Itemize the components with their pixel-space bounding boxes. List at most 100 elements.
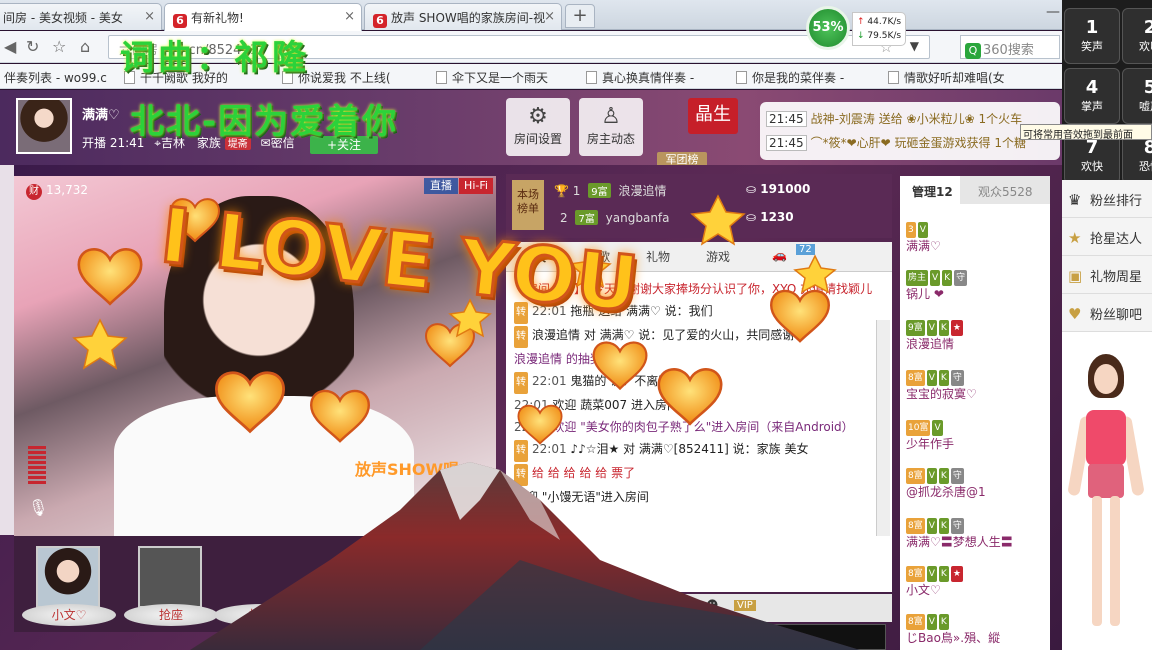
coin-amount: ⛀ 1230: [746, 210, 794, 224]
admin-user-row[interactable]: 9富 V K ★ 15 浪漫追情: [906, 318, 1050, 352]
gift-icon: ▣: [1068, 267, 1083, 285]
image-icon[interactable]: ▧: [676, 599, 687, 613]
car-badge: 72: [796, 244, 815, 255]
trophy-icon: 🏆: [554, 184, 569, 198]
admin-user-row[interactable]: 10富 V 少年作手: [906, 418, 1050, 452]
ranking-row[interactable]: 🏆 1 9富 浪漫追情 ⛀ 191000: [554, 182, 884, 202]
host-avatar[interactable]: [16, 98, 72, 154]
minimize-icon[interactable]: —: [1046, 4, 1060, 20]
grab-seat-button[interactable]: 抢座: [304, 604, 398, 626]
user-icon: ♙: [601, 104, 621, 129]
seat-bar: 小文♡ 抢座 抢座 抢座 抢座: [14, 536, 496, 632]
tab-audience[interactable]: 观众5528: [978, 183, 1033, 200]
ranking-label: 本场榜单: [512, 180, 544, 230]
close-icon[interactable]: ×: [544, 9, 555, 24]
ranking-row[interactable]: 2 7富 yangbanfa ⛀ 1230: [554, 210, 884, 230]
search-icon: Q: [965, 43, 981, 59]
grab-seat-button[interactable]: 抢座: [214, 604, 308, 626]
seat-label[interactable]: 小文♡: [22, 604, 116, 626]
refresh-icon[interactable]: ↻: [26, 37, 39, 56]
tab-title: 间房 - 美女视频 - 美女: [3, 11, 123, 25]
chat-toolbar: ☺ ☑ 悄悄 ▧ ☻ VIP: [506, 594, 892, 622]
checkbox-icon[interactable]: ☑: [624, 600, 635, 614]
grab-seat-button[interactable]: 抢座: [124, 604, 218, 626]
star-expert-button[interactable]: ★ 抢星达人: [1062, 218, 1152, 256]
chat-message: 转浪漫追情 对 满满♡ 说：见了爱的火山，共同感谢: [514, 324, 876, 348]
admin-user-row[interactable]: 8富 V K じBao鳥».殞、縱: [906, 612, 1050, 646]
vip-button[interactable]: VIP: [734, 600, 756, 611]
seat-avatar[interactable]: [36, 546, 100, 608]
sound-key[interactable]: 4 掌声: [1064, 68, 1120, 124]
close-icon[interactable]: ×: [144, 9, 155, 24]
lyric-credit-line: 词曲：祁隆: [120, 38, 310, 78]
close-icon[interactable]: ×: [344, 9, 355, 24]
admin-list-panel: 管理12 观众5528 3V 852411 满满♡ 房主 V K 守 2166 锅儿 …: [900, 176, 1050, 650]
host-name[interactable]: 满满♡: [82, 104, 120, 123]
fan-chat-button[interactable]: ♥ 粉丝聊吧: [1062, 294, 1152, 332]
jingsheng-badge[interactable]: 晶生: [688, 98, 738, 134]
cai-counter: 财 13,732: [26, 183, 88, 200]
admin-user-row[interactable]: 8富 V K 守 满满♡〓梦想人生〓: [906, 516, 1050, 550]
chat-message: 转给 给 给 给 给 票了: [514, 462, 876, 486]
browser-tab-1[interactable]: 间房 - 美女视频 - 美女 ×: [0, 3, 162, 30]
bookmark-item[interactable]: 伴奏列表 - wo99.c: [4, 69, 107, 86]
tab-game[interactable]: 游戏: [706, 248, 730, 265]
car-icon[interactable]: 🚗: [772, 248, 787, 262]
smile-icon[interactable]: ☻: [706, 598, 719, 612]
microphone-icon[interactable]: 🎙: [28, 498, 48, 517]
cai-icon: 财: [26, 184, 42, 200]
chat-scrollbar[interactable]: [876, 320, 890, 536]
bookmark-item[interactable]: 伞下又是一个雨天: [436, 69, 548, 86]
crown-icon: ♛: [1068, 191, 1082, 209]
seat-empty[interactable]: [138, 546, 202, 608]
hifi-badge[interactable]: Hi-Fi: [459, 178, 493, 194]
cartoon-girl-figure: [1067, 354, 1145, 644]
grab-seat-button[interactable]: 抢座: [398, 604, 492, 626]
page-icon: [888, 71, 899, 84]
download-rate: 79.5K/s: [867, 31, 902, 41]
level-badge: 转: [514, 326, 528, 348]
gift-weekly-star-button[interactable]: ▣ 礼物周星: [1062, 256, 1152, 294]
tab-gift[interactable]: 礼物: [646, 248, 670, 265]
chat-message: 22:01 欢迎 "美女你的肉包子熟了么"进入房间（来自Android）: [514, 420, 854, 434]
new-tab-button[interactable]: +: [565, 4, 595, 28]
admin-tabs: 管理12 观众5528: [900, 176, 1050, 204]
sound-key[interactable]: 2欢叫: [1122, 8, 1152, 64]
admin-user-row[interactable]: 8富 V K 守 宝宝的寂寞♡: [906, 368, 1050, 402]
upload-arrow-icon: ↑: [857, 17, 865, 27]
cai-count: 13,732: [46, 183, 88, 197]
host-activity-button[interactable]: ♙ 房主动态: [579, 98, 643, 156]
room-settings-button[interactable]: ⚙ 房间设置: [506, 98, 570, 156]
level-badge: 转: [514, 372, 528, 394]
page-icon: [586, 71, 597, 84]
volume-meter: [28, 446, 46, 486]
chat-message: 转 22:01 ♪♪☆泪★ 对 满满♡[852411] 说：家族 美女: [514, 438, 876, 462]
sound-key[interactable]: 1 笑声: [1064, 8, 1120, 64]
left-side-strip[interactable]: [0, 165, 14, 535]
chevron-down-icon[interactable]: ▼: [910, 39, 919, 53]
emote-icon[interactable]: ☺: [516, 600, 529, 614]
tab-admins[interactable]: 管理12: [900, 176, 960, 204]
chat-input[interactable]: [506, 624, 886, 650]
fan-ranking-button[interactable]: ♛ 粉丝排行: [1062, 180, 1152, 218]
browser-tab-3[interactable]: 6 放声 SHOW唱的家族房间-视 ×: [364, 3, 562, 30]
browser-tab-2[interactable]: 6 有新礼物! ×: [164, 3, 362, 31]
network-speed-widget[interactable]: 53% ↑ 44.7K/s ↓ 79.5K/s: [806, 6, 906, 50]
sound-key[interactable]: 5嘘声: [1122, 68, 1152, 124]
home-icon[interactable]: ⌂: [80, 37, 90, 56]
favorite-star-icon[interactable]: ☆: [52, 37, 66, 56]
bookmark-item[interactable]: 情歌好听却难唱(女: [888, 69, 1005, 86]
admin-user-row[interactable]: 3V 852411 满满♡: [906, 220, 1050, 254]
back-icon[interactable]: ◀: [4, 37, 16, 56]
chat-message: 转 22:01 鬼猫的 说：不离不弃: [514, 370, 876, 394]
ranking-panel: 本场榜单 🏆 1 9富 浪漫追情 ⛀ 191000 2 7富 yangbanfa…: [506, 174, 892, 238]
search-input[interactable]: Q 360搜索: [960, 35, 1060, 59]
admin-user-row[interactable]: 8富 V K 守 951796 @抓龙杀唐@1: [906, 466, 1050, 500]
ticker-line: 21:45 战神-刘震涛 送给 ❀小米粒儿❀ 1个火车: [766, 110, 1056, 127]
bookmark-item[interactable]: 真心换真情伴奏 -: [586, 69, 694, 86]
admin-user-row[interactable]: 房主 V K 守 2166 锅儿 ❤: [906, 268, 1050, 302]
admin-user-row[interactable]: 8富 V K ★ 小文♡: [906, 564, 1050, 598]
page-icon: [736, 71, 747, 84]
bookmark-item[interactable]: 你是我的菜伴奏 -: [736, 69, 844, 86]
heart-icon: ♥: [1068, 305, 1082, 323]
